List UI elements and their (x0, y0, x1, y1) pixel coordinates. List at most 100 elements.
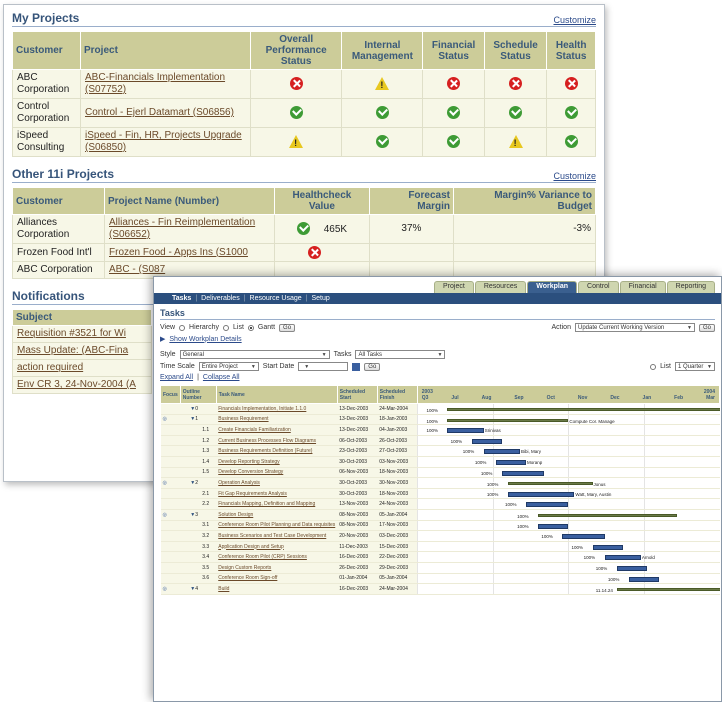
outline-cell: 3.5 (180, 562, 217, 574)
other-projects-header: Other 11i Projects Customize (12, 167, 596, 183)
task-name-cell[interactable]: Design Custom Reports (216, 562, 338, 574)
status-cell (249, 127, 343, 157)
collapse-all-link[interactable]: Collapse All (203, 374, 240, 381)
grid-line (492, 499, 494, 509)
notification-link[interactable]: action required (17, 362, 83, 373)
startdate-input[interactable] (298, 362, 349, 371)
task-name-cell[interactable]: Conference Room Pilot Planning and Data … (216, 520, 338, 532)
tab-financial[interactable]: Financial (619, 281, 666, 293)
timeline-cell: 100% (417, 520, 720, 532)
ok-check-icon (564, 135, 578, 149)
task-name-cell[interactable]: Business Requirement (216, 414, 338, 426)
task-name-cell[interactable]: Application Design and Setup (216, 541, 338, 553)
subnav-deliverables[interactable]: Deliverables (201, 295, 240, 302)
tasks-filter-select[interactable]: All Tasks (355, 350, 446, 359)
workplan-subnav: Tasks | Deliverables | Resource Usage | Setup (154, 293, 721, 304)
task-name-cell[interactable]: Operation Analysis (216, 477, 338, 489)
task-bar[interactable]: 100% (571, 544, 623, 550)
col-timeline: 2003 2004 Q3 Jul Aug Sep Oct Nov Dec Jan Feb Mar (416, 385, 721, 404)
subnav-resource-usage[interactable]: Resource Usage (250, 295, 302, 302)
view-go-button[interactable]: Go (279, 323, 296, 332)
calendar-icon[interactable] (352, 362, 361, 371)
style-select[interactable]: General (179, 350, 330, 359)
show-details-link[interactable]: Show Workplan Details (169, 336, 241, 343)
task-name-cell[interactable]: Fit Gap Requirements Analysis (216, 488, 338, 500)
task-bar[interactable]: 100% Srinivas (426, 428, 501, 434)
grid-line (568, 573, 570, 583)
task-bar[interactable]: 100% (480, 470, 545, 476)
task-bar[interactable]: 100% Watt, Mary, Austin (486, 491, 611, 497)
task-name-cell[interactable]: Develop Conversion Strategy (216, 467, 338, 479)
summary-bar[interactable]: 100% (517, 513, 678, 519)
tab-control[interactable]: Control (578, 281, 619, 293)
outline-cell: 2.2 (180, 498, 217, 510)
summary-bar[interactable]: 11.14.24 (595, 588, 720, 594)
start-cell: 13-Dec-2003 (337, 424, 378, 436)
task-name-cell[interactable]: Business Requirements Definition (Future… (216, 445, 338, 457)
grid-line (492, 509, 494, 520)
gantt-row: 1.2 Current Business Processes Flow Diagr… (160, 435, 720, 447)
summary-bar[interactable]: 100% Compute Cor. Manage (426, 418, 615, 424)
other-projects-customize-link[interactable]: Customize (553, 171, 596, 181)
view-list-radio[interactable] (223, 324, 229, 331)
action-select[interactable]: Update Current Working Version (574, 323, 695, 332)
notification-link[interactable]: Requisition #3521 for Wi (17, 328, 126, 339)
summary-bar[interactable]: 100% (426, 408, 720, 413)
gantt-row: 3.3 Application Design and Setup 11-Dec-20… (160, 541, 720, 553)
other-projects-col-0: Customer (12, 187, 105, 215)
project-link[interactable]: Frozen Food - Apps Ins (S1000 (109, 247, 248, 258)
task-name-cell[interactable]: Conference Room Sign-off (216, 573, 338, 585)
task-name-cell[interactable]: Develop Reporting Strategy (216, 456, 338, 468)
bar-percent-label: 100% (426, 408, 438, 413)
task-name-cell[interactable]: Conference Room Pilot (CRP) Sessions (216, 551, 338, 563)
task-name-cell[interactable]: Financials Mapping, Definition and Mappi… (216, 498, 338, 510)
task-bar[interactable]: 100% (450, 438, 502, 444)
task-name-cell[interactable]: Create Financials Familiarization (216, 424, 338, 436)
timescale-select[interactable]: Entire Project (198, 362, 259, 371)
project-link[interactable]: ABC-Financials Implementation (S07752) (85, 72, 225, 95)
subnav-tasks[interactable]: Tasks (172, 295, 191, 302)
task-bar[interactable]: 100% (517, 523, 569, 529)
finish-cell: 05-Jan-2004 (377, 573, 418, 585)
tab-resources[interactable]: Resources (474, 281, 527, 293)
task-bar[interactable]: 100% Arnold (583, 555, 655, 561)
task-bar[interactable]: 100% (541, 534, 605, 540)
notification-link[interactable]: Mass Update: (ABC-Fina (17, 345, 128, 356)
project-link[interactable]: Control - Ejerl Datamart (S06856) (85, 107, 234, 118)
finish-cell: 27-Oct-2003 (377, 445, 418, 457)
task-bar[interactable]: 100% Moranp (474, 459, 542, 465)
view-gantt-radio[interactable] (247, 324, 254, 331)
my-projects-customize-link[interactable]: Customize (553, 15, 596, 25)
task-name-cell[interactable]: Build (216, 583, 338, 595)
task-bar[interactable]: 100% Bibi, Mary (462, 449, 541, 455)
outline-number: 3.5 (202, 564, 210, 571)
my-projects-title: My Projects (12, 11, 80, 25)
view-hierarchy-radio[interactable] (179, 324, 186, 331)
gantt-row: 3.4 Conference Room Pilot (CRP) Sessions 1… (160, 551, 720, 563)
tab-project[interactable]: Project (434, 281, 474, 293)
grid-line (492, 584, 494, 594)
subnav-setup[interactable]: Setup (312, 295, 330, 302)
action-go-button[interactable]: Go (698, 323, 715, 332)
task-bar[interactable]: 100% (595, 565, 647, 571)
tab-reporting[interactable]: Reporting (666, 281, 715, 293)
summary-bar[interactable]: 100% Jonus (486, 482, 606, 488)
outline-number: 4 (195, 585, 198, 592)
task-bar[interactable]: 100% (505, 502, 569, 508)
customer-cell: Frozen Food Int'l (12, 242, 105, 263)
task-name-cell[interactable]: Financials Implementation, Initiate 1.1.… (216, 403, 338, 415)
project-link[interactable]: Alliances - Fin Reimplementation (S06652… (109, 217, 255, 240)
task-bar[interactable]: 100% (607, 576, 660, 582)
tab-workplan[interactable]: Workplan (527, 281, 578, 293)
notification-link[interactable]: Env CR 3, 24-Nov-2004 (A (17, 379, 136, 390)
task-name-cell[interactable]: Current Business Processes Flow Diagrams (216, 435, 338, 447)
list-radio[interactable] (650, 363, 657, 370)
project-link[interactable]: ABC - (S087 (109, 264, 165, 275)
list-select[interactable]: 1 Quarter (675, 362, 715, 371)
task-name-cell[interactable]: Business Scenarios and Test Case Develop… (216, 530, 338, 542)
outline-cell: 1.3 (180, 445, 217, 457)
expand-all-link[interactable]: Expand All (160, 374, 193, 381)
project-link[interactable]: iSpeed - Fin, HR, Projects Upgrade (S068… (85, 130, 242, 153)
timescale-go-button[interactable]: Go (364, 362, 381, 371)
task-name-cell[interactable]: Solution Design (216, 509, 338, 521)
